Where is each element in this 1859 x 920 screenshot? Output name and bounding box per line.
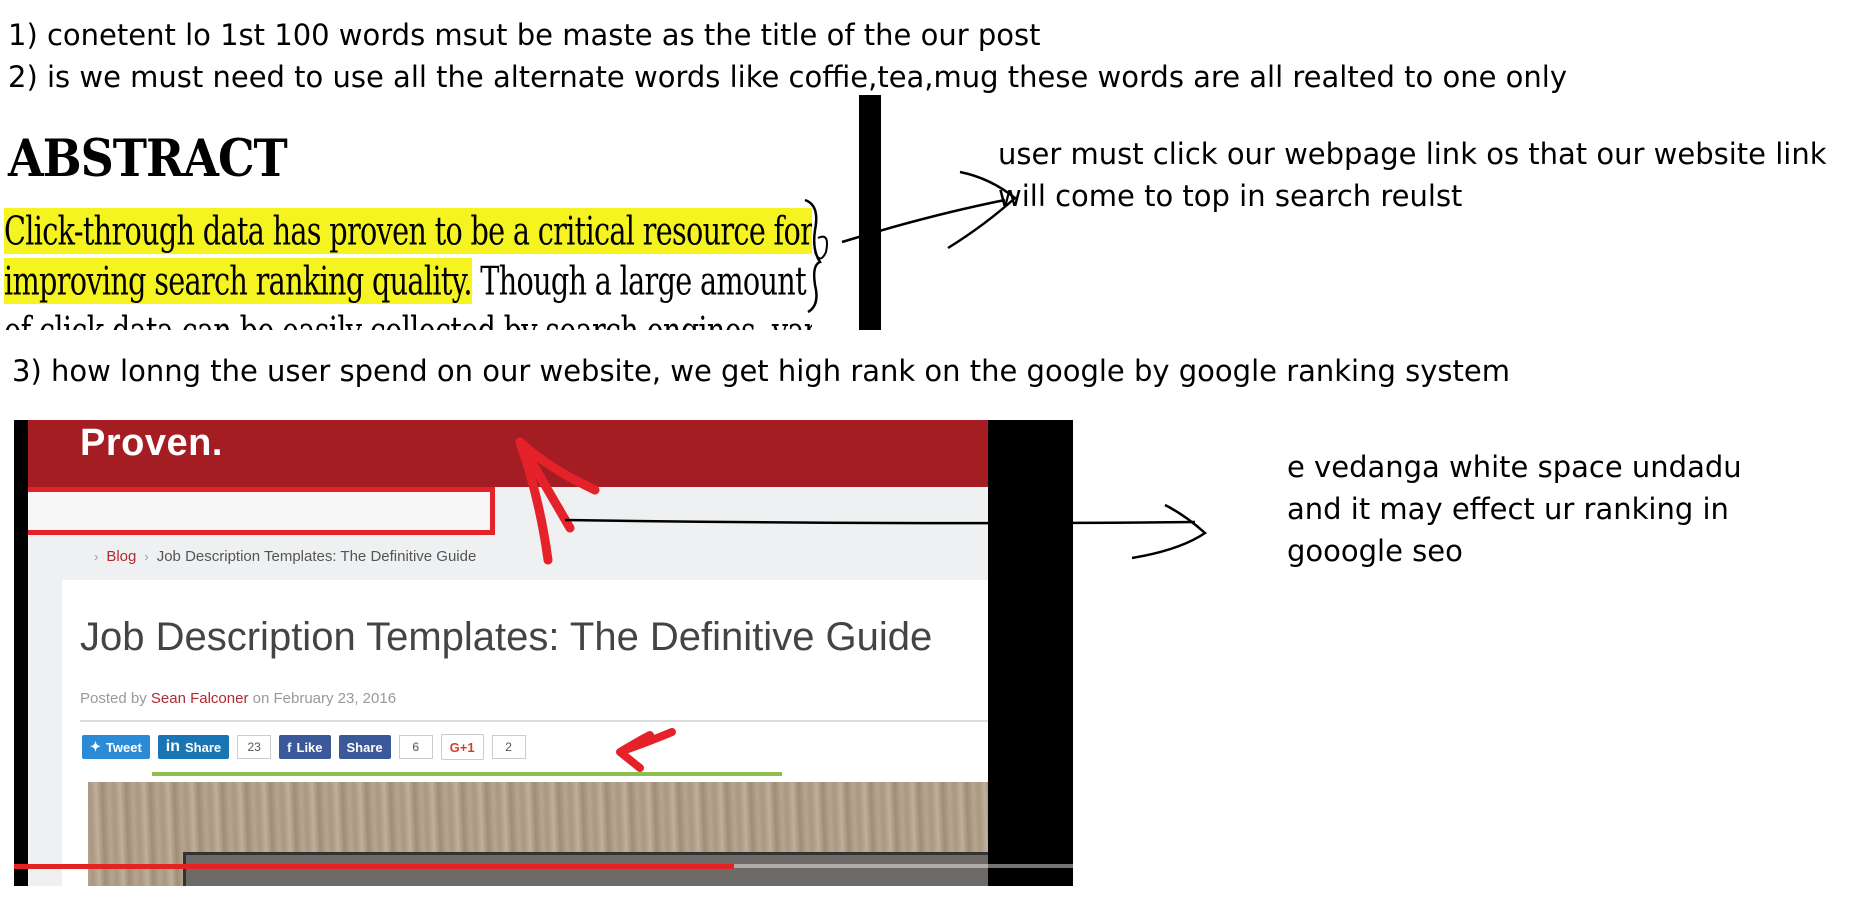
breadcrumb-blog[interactable]: Blog [106, 548, 136, 565]
post-meta: Posted by Sean Falconer on February 23, … [80, 690, 396, 707]
space-note-line-2: and it may effect ur ranking in [1287, 492, 1729, 526]
google-plus-label: G+1 [449, 739, 475, 755]
breadcrumb-current: Job Description Templates: The Definitiv… [156, 548, 477, 565]
note-point-1: 1) conetent lo 1st 100 words msut be mas… [8, 18, 1041, 52]
google-plus-count: 2 [491, 735, 526, 759]
abstract-line-2-rest: Though a large amount [471, 258, 806, 305]
abstract-excerpt: Click-through data has proven to be a cr… [0, 200, 812, 330]
share-bar: ✦ Tweet in Share 23 f Like Share 6 G+1 2 [82, 734, 526, 760]
facebook-share-count: 6 [398, 735, 433, 759]
abstract-line-2: improving search ranking quality. Though… [4, 258, 807, 305]
post-title: Job Description Templates: The Definitiv… [80, 615, 933, 659]
tweet-label: Tweet [105, 739, 142, 755]
facebook-share-button[interactable]: Share [338, 735, 391, 759]
accent-line [152, 772, 782, 776]
abstract-line-1: Click-through data has proven to be a cr… [4, 208, 812, 255]
video-player[interactable]: Proven. › Blog › Job Description Templates:… [14, 420, 1073, 886]
post-card: Job Description Templates: The Definitiv… [62, 580, 988, 886]
linkedin-icon: in [165, 738, 181, 755]
facebook-share-label: Share [346, 739, 383, 755]
abstract-heading: ABSTRACT [8, 128, 288, 189]
abstract-line-3: of click data can be easily collected by… [4, 308, 812, 330]
linkedin-share-button[interactable]: in Share [157, 735, 230, 759]
space-note-line-3: gooogle seo [1287, 534, 1463, 568]
abstract-highlight-1: Click-through data has proven to be a cr… [4, 208, 812, 255]
linkedin-share-count: 23 [237, 735, 272, 759]
brace-loop [814, 235, 828, 260]
chevron-right-icon: › [94, 549, 99, 564]
webpage-screenshot: Proven. › Blog › Job Description Templates:… [28, 420, 988, 886]
site-logo: Proven. [80, 422, 223, 464]
tweet-button[interactable]: ✦ Tweet [82, 735, 150, 759]
video-progress-fill [14, 864, 735, 869]
facebook-like-label: Like [296, 739, 323, 755]
arrow-head-space [1131, 503, 1208, 560]
site-header: Proven. [28, 420, 988, 487]
chevron-right-icon: › [144, 549, 149, 564]
posted-by-label: Posted by [80, 690, 151, 707]
abstract-highlight-2: improving search ranking quality. [4, 258, 473, 305]
linkedin-share-label: Share [185, 739, 222, 755]
facebook-like-button[interactable]: f Like [279, 735, 331, 759]
breadcrumb: › Blog › Job Description Templates: The Def… [86, 548, 476, 565]
click-note-line-2: will come to top in search reulst [998, 179, 1463, 213]
featured-image-object [183, 852, 988, 886]
featured-image [88, 782, 988, 886]
author-link[interactable]: Sean Falconer [151, 690, 249, 707]
google-plus-button[interactable]: G+1 [440, 734, 484, 760]
divider [80, 720, 988, 722]
facebook-icon: f [287, 739, 292, 755]
space-note-line-1: e vedanga white space undadu [1287, 450, 1742, 484]
black-divider-bar [859, 95, 881, 330]
highlighted-white-space-box [28, 487, 495, 535]
note-point-3: 3) how lonng the user spend on our websi… [12, 354, 1510, 388]
twitter-icon: ✦ [90, 739, 101, 754]
post-date: on February 23, 2016 [248, 690, 397, 707]
click-note-line-1: user must click our webpage link os that… [998, 137, 1827, 171]
note-point-2: 2) is we must need to use all the altern… [8, 60, 1568, 94]
